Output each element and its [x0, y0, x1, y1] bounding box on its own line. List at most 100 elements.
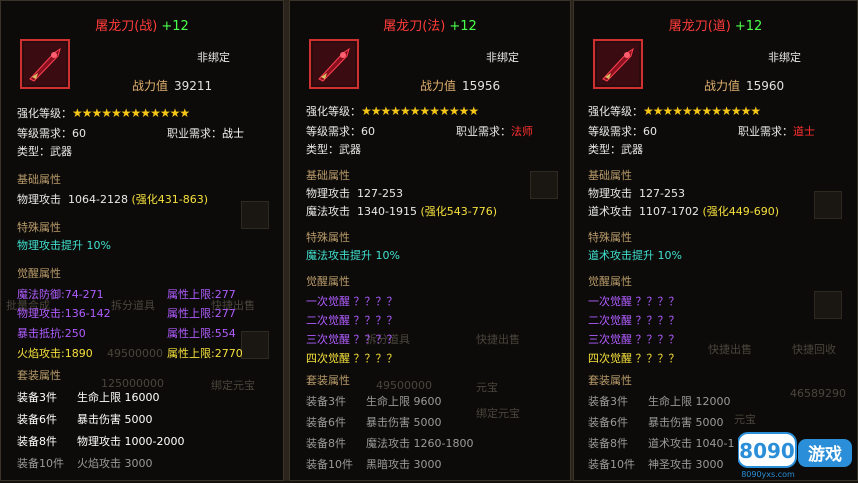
awaken-slot: 二次觉醒 ？？？？	[306, 314, 398, 327]
set-stat: 物理攻击 1000-2000	[77, 435, 185, 448]
bg-slot	[814, 191, 842, 219]
set-header: 套装属性	[17, 369, 61, 382]
attr-bonus: (强化543-776)	[420, 205, 498, 218]
awaken-cap: 属性上限:277	[167, 288, 236, 301]
attr-label: 魔法攻击	[306, 205, 350, 218]
awaken-header: 觉醒属性	[17, 267, 61, 280]
power-value: 15960	[746, 79, 785, 93]
level-requirement: 等级需求：60	[306, 125, 375, 138]
attr-label: 道术攻击	[588, 205, 632, 218]
awaken-slot: 三次觉醒 ？？？？	[306, 333, 398, 346]
attr-bonus: (强化449-690)	[702, 205, 780, 218]
base-attr-row: 道术攻击 1107-1702 (强化449-690)	[588, 203, 779, 219]
awaken-cap: 属性上限:2770	[167, 347, 243, 360]
bg-slot	[241, 201, 269, 229]
awaken-cap: 属性上限:554	[167, 327, 236, 340]
base-attr-row: 魔法攻击 1340-1915 (强化543-776)	[306, 203, 497, 219]
enhance-level: +12	[734, 19, 763, 34]
item-tooltip-warrior: 批量合成 拆分道具 快捷出售 49500000 125000000 绑定元宝 屠…	[0, 0, 284, 481]
awaken-attr: 魔法防御:74-271	[17, 288, 104, 301]
awaken-slot: 一次觉醒 ？？？？	[588, 295, 680, 308]
set-stat: 暴击伤害 5000	[366, 416, 442, 429]
item-name: 屠龙刀(战)	[95, 19, 158, 34]
set-stat: 生命上限 16000	[77, 391, 160, 404]
set-stat: 神圣攻击 3000	[648, 458, 724, 471]
item-name: 屠龙刀(法)	[383, 19, 446, 34]
special-attr: 物理攻击提升 10%	[17, 239, 111, 252]
awaken-attr: 暴击抵抗:250	[17, 327, 86, 340]
awaken-slot: 一次觉醒 ？？？？	[306, 295, 398, 308]
attr-value: 1064-2128	[68, 193, 128, 206]
weapon-icon	[593, 39, 643, 89]
set-pieces: 装备8件	[17, 435, 57, 448]
set-stat: 道术攻击 1040-1	[648, 437, 735, 450]
enhance-level: +12	[449, 19, 477, 34]
bg-button-label: 快捷回收	[792, 343, 836, 356]
combat-power: 战力值 15956	[420, 77, 500, 94]
set-pieces: 装备8件	[588, 437, 628, 450]
job-requirement: 职业需求：道士	[738, 123, 815, 139]
bg-slot	[241, 331, 269, 359]
awaken-header: 觉醒属性	[588, 275, 632, 288]
bg-label: 元宝	[734, 413, 756, 426]
job-label: 职业需求：	[456, 125, 511, 138]
set-stat: 暴击伤害 5000	[648, 416, 724, 429]
level-requirement: 等级需求：60	[17, 127, 86, 140]
item-title: 屠龙刀(道) +12	[574, 15, 857, 34]
power-value: 15956	[462, 79, 501, 93]
job-value: 道士	[793, 125, 815, 138]
watermark-url: 8090yxs.com	[741, 470, 795, 479]
item-tooltip-mage: 拆分道具 快捷出售 49500000 元宝 绑定元宝 屠龙刀(法) +12 非绑定…	[289, 0, 571, 481]
star-icons: ★★★★★★★★★★★★	[643, 104, 761, 118]
base-attr-row: 物理攻击 127-253	[588, 185, 685, 201]
job-label: 职业需求：	[738, 125, 793, 138]
special-attr-header: 特殊属性	[306, 231, 350, 244]
item-title: 屠龙刀(法) +12	[290, 15, 570, 34]
star-icons: ★★★★★★★★★★★★	[72, 106, 190, 120]
combat-power: 战力值 39211	[132, 77, 212, 94]
awaken-header: 觉醒属性	[306, 275, 350, 288]
awaken-slot: 二次觉醒 ？？？？	[588, 314, 680, 327]
base-attr-header: 基础属性	[588, 169, 632, 182]
item-type: 类型：武器	[17, 145, 72, 158]
set-stat: 黑暗攻击 3000	[366, 458, 442, 471]
power-label: 战力值	[132, 79, 169, 93]
enhance-label: 强化等级：	[17, 107, 72, 120]
set-stat: 火焰攻击 3000	[77, 457, 153, 470]
attr-label: 物理攻击	[306, 187, 350, 200]
set-pieces: 装备3件	[17, 391, 57, 404]
enhance-label: 强化等级：	[306, 105, 361, 118]
attr-value: 127-253	[357, 187, 403, 200]
bg-slot	[814, 291, 842, 319]
job-label: 职业需求：	[167, 127, 222, 140]
attr-label: 物理攻击	[17, 193, 61, 206]
item-tooltip-taoist: 快捷出售 快捷回收 46589290 元宝 屠龙刀(道) +12 非绑定 战力值 1…	[573, 0, 858, 481]
set-stat: 暴击伤害 5000	[77, 413, 153, 426]
site-watermark-logo: 8090 游戏 8090yxs.com	[737, 431, 856, 479]
item-type: 类型：武器	[306, 143, 361, 156]
base-attr-header: 基础属性	[17, 173, 61, 186]
awaken-slot: 四次觉醒 ？？？？	[306, 352, 398, 365]
enhance-level: +12	[161, 19, 189, 34]
enhance-label: 强化等级：	[588, 105, 643, 118]
weapon-icon	[20, 39, 70, 89]
bg-gold: 49500000	[376, 379, 432, 392]
attr-value: 1107-1702	[639, 205, 699, 218]
awaken-attr: 火焰攻击:1890	[17, 347, 93, 360]
awaken-slot: 四次觉醒 ？？？？	[588, 352, 680, 365]
enhance-row: 强化等级：★★★★★★★★★★★★	[17, 105, 190, 121]
power-label: 战力值	[420, 79, 457, 93]
job-value: 战士	[222, 127, 244, 140]
bind-status: 非绑定	[197, 51, 230, 64]
item-name: 屠龙刀(道)	[668, 19, 731, 34]
set-pieces: 装备6件	[17, 413, 57, 426]
weapon-icon	[309, 39, 359, 89]
job-requirement: 职业需求：战士	[167, 125, 244, 141]
bg-button-label: 快捷出售	[708, 343, 752, 356]
set-pieces: 装备8件	[306, 437, 346, 450]
set-header: 套装属性	[306, 374, 350, 387]
attr-value: 1340-1915	[357, 205, 417, 218]
bg-gold: 49500000	[107, 347, 163, 360]
bg-button-label: 拆分道具	[111, 299, 155, 312]
set-pieces: 装备10件	[306, 458, 353, 471]
